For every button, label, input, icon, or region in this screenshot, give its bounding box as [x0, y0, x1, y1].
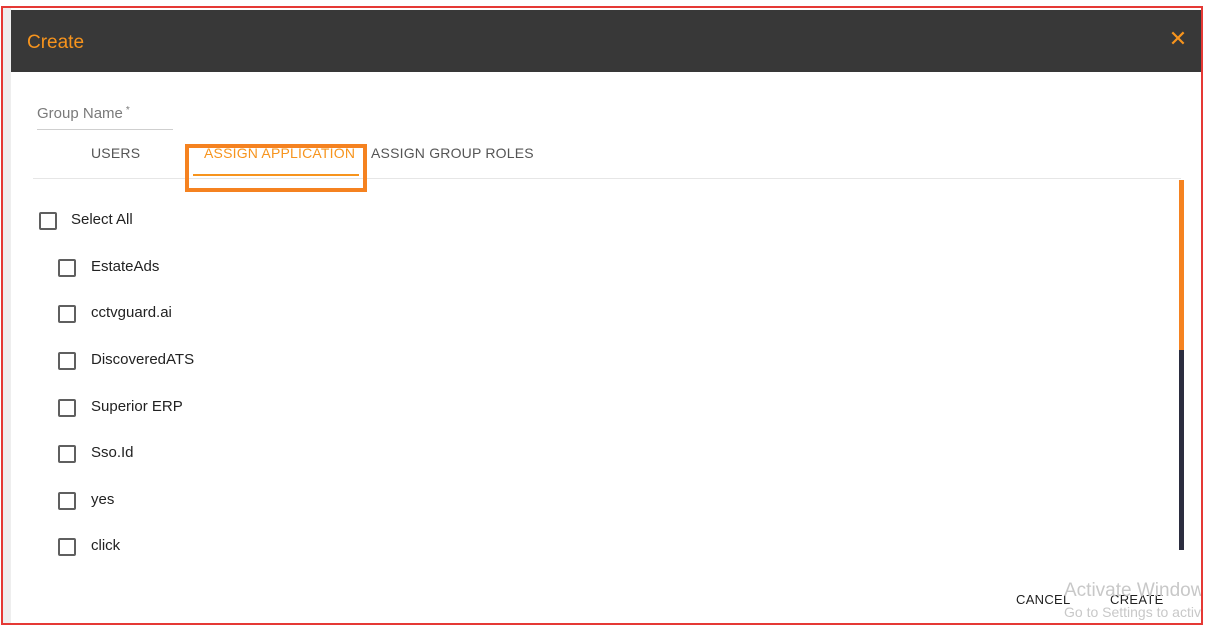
- background-page-edge: [3, 8, 11, 623]
- screenshot-frame: Create ✕ Group Name * USERS ASSIGN APPLIC…: [1, 6, 1203, 625]
- application-label: EstateAds: [91, 258, 160, 275]
- application-label: click: [91, 537, 121, 554]
- select-all-label: Select All: [71, 211, 133, 228]
- group-name-label: Group Name: [37, 105, 123, 122]
- scrollbar-thumb[interactable]: [1179, 180, 1184, 350]
- checkbox-unchecked-icon[interactable]: [58, 259, 76, 277]
- activate-windows-watermark: Activate Windows: [1064, 580, 1203, 601]
- dialog-header: Create ✕: [11, 10, 1201, 72]
- checkbox-unchecked-icon[interactable]: [58, 492, 76, 510]
- checkbox-unchecked-icon[interactable]: [58, 305, 76, 323]
- application-label: Superior ERP: [91, 398, 183, 415]
- checkbox-unchecked-icon[interactable]: [39, 212, 57, 230]
- application-label: yes: [91, 491, 115, 508]
- cancel-button[interactable]: CANCEL: [1016, 592, 1071, 607]
- checkbox-unchecked-icon[interactable]: [58, 352, 76, 370]
- annotation-highlight-box: [185, 144, 367, 192]
- checkbox-unchecked-icon[interactable]: [58, 538, 76, 556]
- checkbox-unchecked-icon[interactable]: [58, 399, 76, 417]
- tab-users[interactable]: USERS: [91, 145, 140, 161]
- required-mark: *: [125, 105, 130, 116]
- checkbox-unchecked-icon[interactable]: [58, 445, 76, 463]
- group-name-field[interactable]: Group Name *: [37, 105, 173, 130]
- activate-windows-hint: Go to Settings to activate Windows.: [1064, 604, 1201, 620]
- close-icon[interactable]: ✕: [1167, 28, 1189, 50]
- application-label: Sso.Id: [91, 444, 134, 461]
- tab-assign-group-roles[interactable]: ASSIGN GROUP ROLES: [371, 145, 534, 161]
- dialog-title: Create: [27, 32, 85, 53]
- application-label: DiscoveredATS: [91, 351, 195, 368]
- create-dialog: Create ✕ Group Name * USERS ASSIGN APPLIC…: [11, 10, 1203, 623]
- application-label: cctvguard.ai: [91, 304, 172, 321]
